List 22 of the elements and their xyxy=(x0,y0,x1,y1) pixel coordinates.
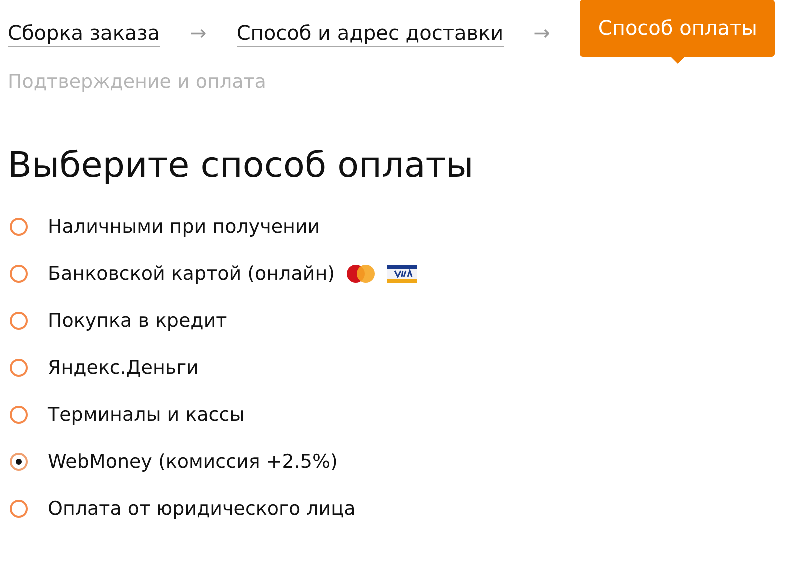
radio-button[interactable] xyxy=(10,312,28,330)
radio-button[interactable] xyxy=(10,359,28,377)
option-label[interactable]: Яндекс.Деньги xyxy=(48,353,199,383)
option-label[interactable]: Покупка в кредит xyxy=(48,306,228,336)
radio-button[interactable] xyxy=(10,500,28,518)
radio-button[interactable] xyxy=(10,406,28,424)
step-link[interactable]: Способ и адрес доставки xyxy=(236,20,504,47)
option-label[interactable]: Оплата от юридического лица xyxy=(48,494,356,524)
radio-button[interactable] xyxy=(10,218,28,236)
step-arrow: → xyxy=(190,20,207,46)
step-arrow: → xyxy=(534,20,550,46)
option-label[interactable]: Наличными при получении xyxy=(48,212,320,242)
option-label[interactable]: WebMoney (комиссия +2.5%) xyxy=(48,447,338,477)
radio-button[interactable] xyxy=(10,453,28,471)
upcoming-step: Подтверждение и оплата xyxy=(8,69,790,95)
option-label[interactable]: Банковской картой (онлайн) xyxy=(48,259,336,289)
card-logo-icon xyxy=(387,265,418,283)
radio-button[interactable] xyxy=(10,265,28,283)
pointer-icon xyxy=(670,57,685,64)
step-link[interactable]: Сборка заказа xyxy=(8,20,160,47)
option-label[interactable]: Терминалы и кассы xyxy=(48,400,245,430)
page-heading: Выберите способ оплаты xyxy=(8,145,475,187)
